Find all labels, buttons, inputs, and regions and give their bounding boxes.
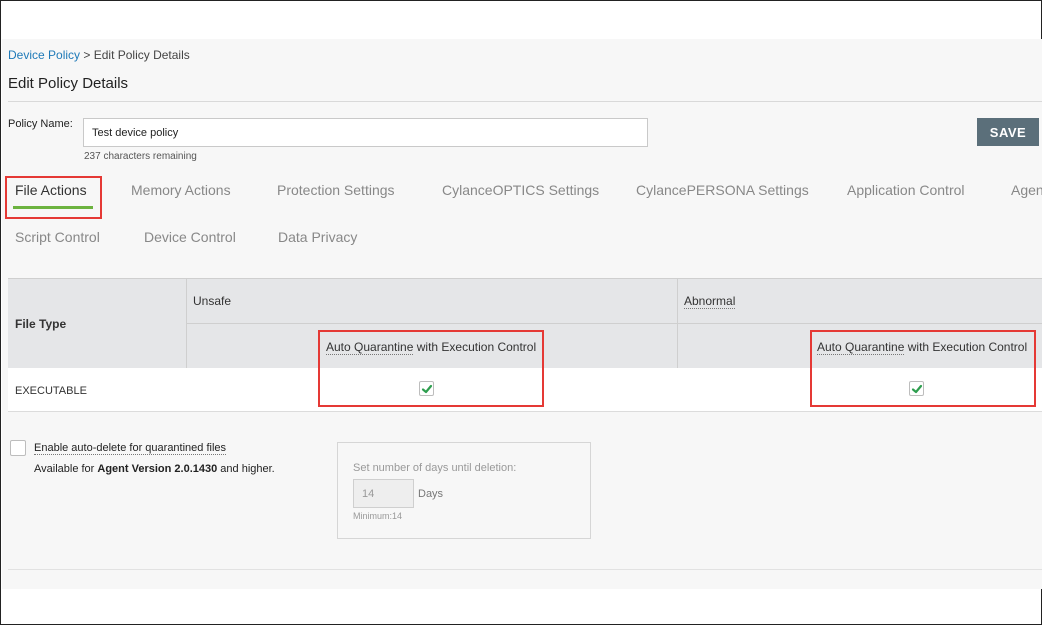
header-divider: [186, 323, 1042, 324]
tab-cylancepersona-settings[interactable]: CylancePERSONA Settings: [636, 182, 809, 198]
auto-delete-label-text: Enable auto-delete for quarantined files: [34, 442, 227, 455]
page-title: Edit Policy Details: [8, 75, 129, 92]
tab-memory-actions[interactable]: Memory Actions: [131, 182, 231, 198]
deletion-days-box: Set number of days until deletion: Days …: [337, 442, 591, 539]
deletion-days-unit: Days: [418, 488, 444, 500]
tab-protection-settings[interactable]: Protection Settings: [277, 182, 395, 198]
agent-version-suffix: and higher.: [217, 463, 275, 475]
breadcrumb-device-policy-link[interactable]: Device Policy: [8, 48, 80, 62]
policy-name-label: Policy Name:: [8, 118, 73, 130]
abnormal-highlight-box: [810, 330, 1036, 407]
tab-cylanceoptics-settings[interactable]: CylanceOPTICS Settings: [442, 182, 599, 198]
abnormal-header-label: Abnormal: [684, 294, 736, 309]
agent-version-note: Available for Agent Version 2.0.1430 and…: [34, 463, 275, 475]
screenshot-frame: Device Policy > Edit Policy Details Edit…: [0, 0, 1042, 625]
tab-agent-settings[interactable]: Agen: [1011, 182, 1042, 198]
header-divider: [677, 278, 678, 368]
tab-highlight-box: [5, 176, 102, 219]
bottom-divider: [8, 569, 1042, 570]
tab-data-privacy[interactable]: Data Privacy: [278, 229, 357, 245]
policy-name-input[interactable]: [83, 118, 648, 147]
deletion-days-input[interactable]: [353, 479, 414, 508]
deletion-days-label: Set number of days until deletion:: [353, 462, 517, 474]
edit-policy-panel: Device Policy > Edit Policy Details Edit…: [2, 39, 1042, 589]
title-divider: [8, 101, 1042, 102]
breadcrumb-separator: >: [80, 48, 94, 62]
save-button[interactable]: SAVE: [977, 118, 1039, 146]
chars-remaining-text: 237 characters remaining: [84, 151, 197, 162]
tab-application-control[interactable]: Application Control: [847, 182, 965, 198]
breadcrumb-current: Edit Policy Details: [93, 48, 190, 62]
agent-version-value: Agent Version 2.0.1430: [97, 463, 218, 475]
tab-script-control[interactable]: Script Control: [15, 229, 100, 245]
unsafe-highlight-box: [318, 330, 544, 407]
deletion-days-minimum: Minimum:14: [353, 511, 403, 521]
breadcrumb: Device Policy > Edit Policy Details: [8, 48, 190, 62]
file-type-cell: EXECUTABLE: [15, 385, 87, 397]
abnormal-header: Abnormal: [684, 294, 736, 309]
auto-delete-label[interactable]: Enable auto-delete for quarantined files: [34, 442, 227, 455]
agent-version-prefix: Available for: [34, 463, 98, 475]
unsafe-header: Unsafe: [193, 294, 232, 308]
tab-device-control[interactable]: Device Control: [144, 229, 236, 245]
auto-delete-checkbox[interactable]: [10, 440, 26, 456]
file-type-header: File Type: [15, 317, 67, 331]
